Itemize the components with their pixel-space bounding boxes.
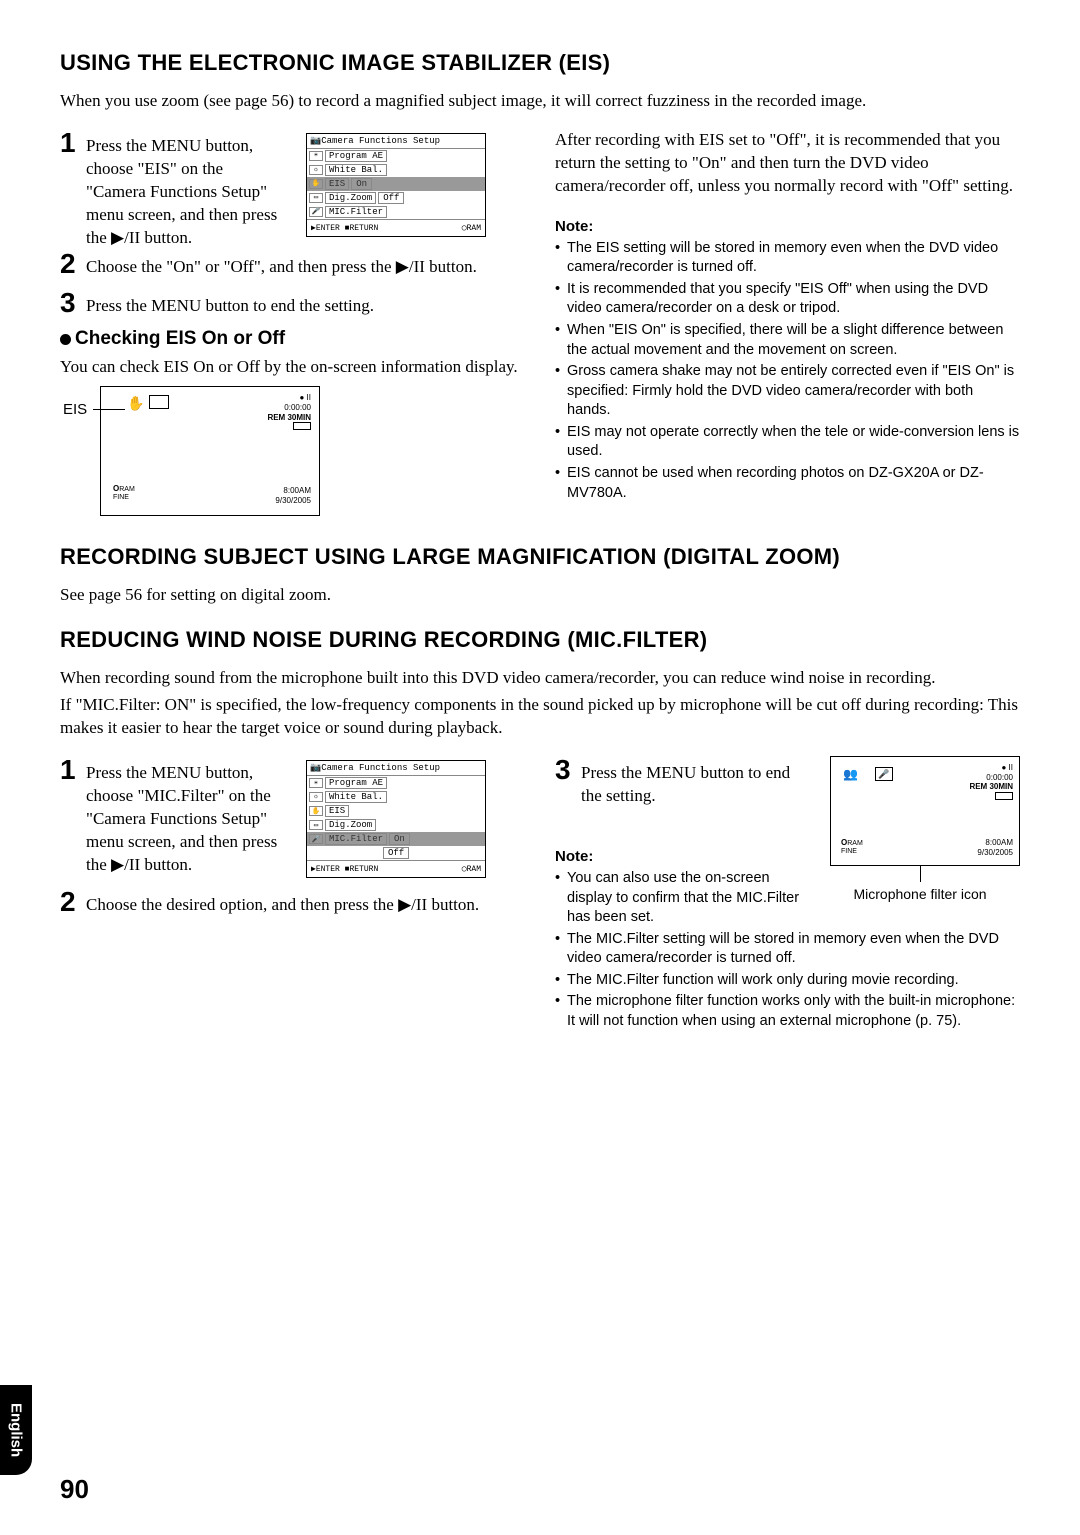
eis-right-para: After recording with EIS set to "Off", i… [555,129,1020,198]
mic-notes-cont: The MIC.Filter setting will be stored in… [555,930,1020,1032]
note-title-mic: Note: [555,848,806,865]
language-tab: English [0,1385,32,1475]
mic-notes: You can also use the on-screen display t… [555,869,806,928]
osd-bottom-left: ORAM FINE [113,485,135,501]
osd-bottom-right: 8:00AM 9/30/2005 [275,486,311,505]
step-1-text: Press the MENU button, choose "EIS" on t… [86,129,286,250]
eis-notes: The EIS setting will be stored in memory… [555,239,1020,503]
eis-title: USING THE ELECTRONIC IMAGE STABILIZER (E… [60,50,1020,76]
battery-icon [293,422,311,430]
eis-pointer-line [93,409,125,410]
menu-screenshot-eis: 📷Camera Functions Setup ☀Program AE ☼Whi… [306,133,486,237]
battery-icon [995,792,1013,800]
mic-pointer-line [920,866,921,882]
osd-top-right: ● II 0:00:00 REM 30MIN [969,763,1013,802]
menu-screenshot-mic: 📷Camera Functions Setup ☀Program AE ☼Whi… [306,760,486,878]
mic-columns: 1 Press the MENU button, choose "MIC.Fil… [60,756,1020,1033]
step-2-num: 2 [60,250,80,278]
osd-display-mic: 👥 🎤 ● II 0:00:00 REM 30MIN ORAM FINE 8:0… [830,756,1020,866]
menu-title: 📷Camera Functions Setup [307,761,485,776]
step-2-text: Choose the "On" or "Off", and then press… [86,250,477,279]
hand-icon: ✋ [127,395,144,412]
mic-intro2: If "MIC.Filter: ON" is specified, the lo… [60,694,1020,740]
note-item: The microphone filter function works onl… [555,992,1020,1031]
note-item: When "EIS On" is specified, there will b… [555,321,1020,360]
digzoom-title: RECORDING SUBJECT USING LARGE MAGNIFICAT… [60,544,1020,570]
osd-bottom-left: ORAM FINE [841,839,863,855]
osd-top-right: ● II 0:00:00 REM 30MIN [267,393,311,432]
mic-step-2-text: Choose the desired option, and then pres… [86,888,479,917]
mic-step-3-text: Press the MENU button to end the setting… [581,756,806,808]
mic-step-2-num: 2 [60,888,80,916]
eis-intro: When you use zoom (see page 56) to recor… [60,90,1020,113]
digzoom-text: See page 56 for setting on digital zoom. [60,584,1020,607]
eis-pointer-label: EIS [63,401,87,418]
note-item: The EIS setting will be stored in memory… [555,239,1020,278]
bullet-icon [60,334,71,345]
people-icon: 👥 [843,767,858,781]
note-item: Gross camera shake may not be entirely c… [555,362,1020,421]
step-3-num: 3 [60,289,80,317]
frame-icon [149,395,169,409]
osd-bottom-right: 8:00AM 9/30/2005 [977,838,1013,857]
note-item: The MIC.Filter setting will be stored in… [555,930,1020,969]
mic-caption: Microphone filter icon [820,886,1020,902]
eis-columns: 1 Press the MENU button, choose "EIS" on… [60,129,1020,525]
note-title-eis: Note: [555,218,1020,235]
mic-intro1: When recording sound from the microphone… [60,667,1020,690]
osd-display-eis: EIS ✋ ● II 0:00:00 REM 30MIN ORAM FINE 8… [100,386,320,516]
mic-step-1-num: 1 [60,756,80,784]
step-1-num: 1 [60,129,80,157]
note-item: You can also use the on-screen display t… [555,869,806,928]
mic-step-3-num: 3 [555,756,575,784]
menu-title: 📷Camera Functions Setup [307,134,485,149]
note-item: EIS cannot be used when recording photos… [555,464,1020,503]
page-number: 90 [60,1474,89,1505]
note-item: EIS may not operate correctly when the t… [555,423,1020,462]
microphone-filter-icon: 🎤 [875,767,893,781]
note-item: The MIC.Filter function will work only d… [555,971,1020,991]
mic-step-1-text: Press the MENU button, choose "MIC.Filte… [86,756,286,877]
mic-title: REDUCING WIND NOISE DURING RECORDING (MI… [60,627,1020,653]
note-item: It is recommended that you specify "EIS … [555,280,1020,319]
step-3-text: Press the MENU button to end the setting… [86,289,374,318]
check-text: You can check EIS On or Off by the on-sc… [60,356,525,379]
check-title: Checking EIS On or Off [60,328,525,350]
